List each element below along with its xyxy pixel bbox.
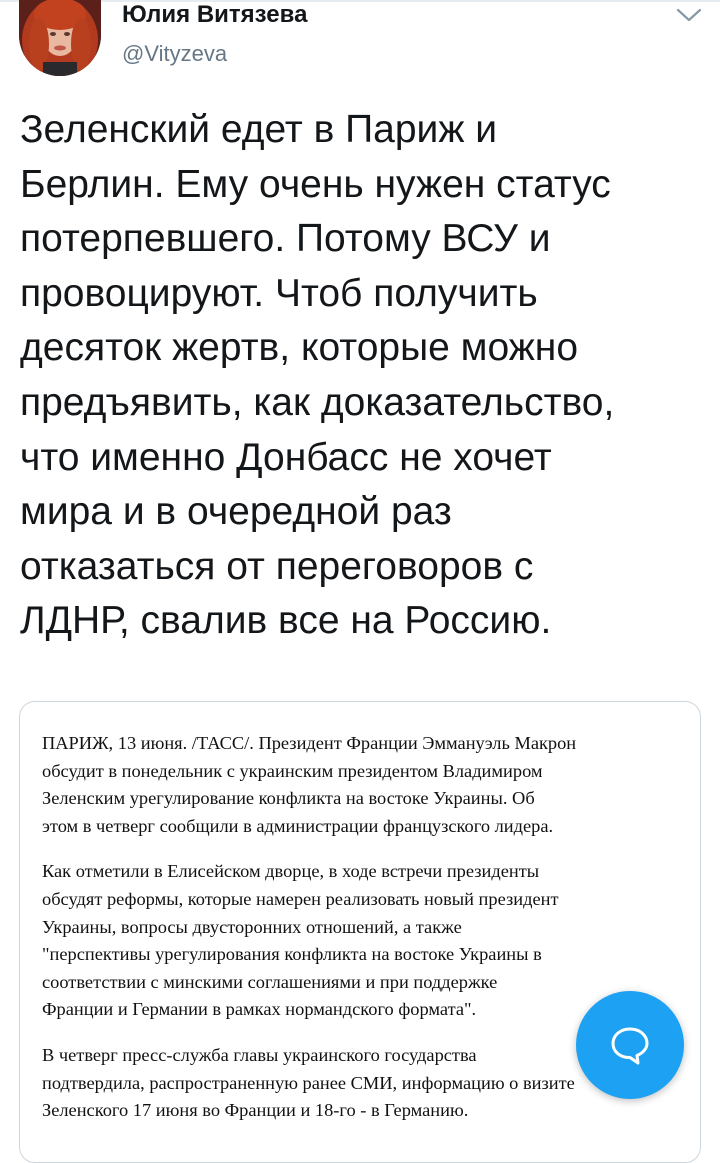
avatar[interactable] [19, 0, 101, 76]
avatar-photo [19, 0, 101, 76]
author-handle[interactable]: @Vityzeva [122, 40, 227, 68]
article-paragraph-2: Как отметили в Елисейском дворце, в ходе… [42, 861, 559, 1020]
top-divider [0, 0, 720, 2]
chevron-down-icon[interactable] [674, 6, 704, 24]
tweet-text: Зеленский едет в Париж и Берлин. Ему оче… [20, 108, 615, 643]
author-name[interactable]: Юлия Витязева [122, 2, 307, 28]
compose-button[interactable] [576, 991, 684, 1099]
quoted-article-card[interactable]: ПАРИЖ, 13 июня. /ТАСС/. Президент Франци… [19, 701, 701, 1163]
speech-bubble-icon [611, 1027, 649, 1065]
article-paragraph-1: ПАРИЖ, 13 июня. /ТАСС/. Президент Франци… [42, 733, 577, 836]
